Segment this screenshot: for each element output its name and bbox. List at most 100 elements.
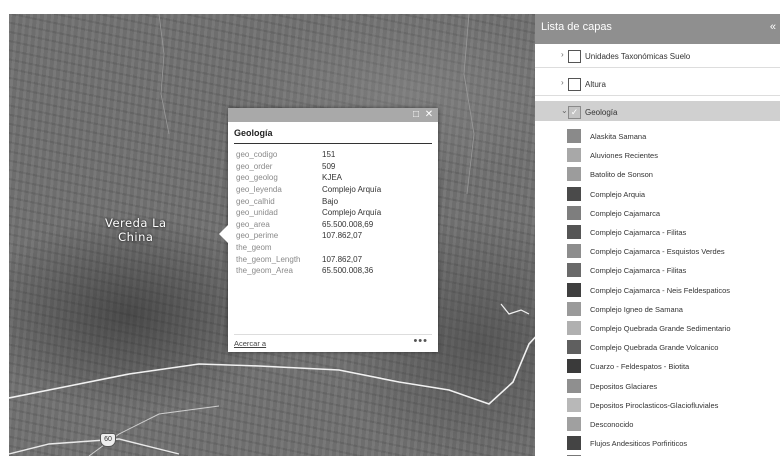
attribute-value: 151 — [322, 150, 336, 160]
legend-label: Desconocido — [590, 420, 634, 429]
legend-label: Batolito de Sonson — [590, 170, 653, 180]
legend-swatch — [567, 321, 581, 335]
popup-footer: Acercar a ••• — [234, 334, 432, 349]
legend-swatch — [567, 129, 581, 143]
legend-label: Complejo Cajamarca - Filitas — [590, 266, 687, 276]
attribute-key: geo_order — [236, 161, 273, 171]
legend-label: Cuarzo - Feldespatos - Biotita — [590, 362, 690, 372]
expand-right-icon[interactable]: › — [561, 50, 564, 59]
popup-title-bar: □ ✕ — [228, 108, 438, 122]
attribute-value: Bajo — [322, 196, 339, 206]
layer-list-title: Lista de capas — [541, 21, 612, 33]
legend-label: Flujos Andesiticos Porfiriticos — [590, 439, 688, 449]
legend-swatch — [567, 205, 581, 220]
collapse-icon[interactable]: « — [770, 21, 776, 33]
layer-label: Geología — [585, 108, 618, 117]
layer-item[interactable]: ⌄ ✓ Geología — [535, 104, 780, 124]
legend-label: Complejo Cajamarca — [590, 208, 661, 218]
attribute-row: geo_order 509 — [236, 161, 381, 173]
layer-list-header: Lista de capas « — [535, 14, 780, 44]
layer-checkbox[interactable] — [568, 50, 581, 63]
close-icon[interactable]: ✕ — [423, 108, 435, 122]
legend-swatch — [567, 301, 581, 316]
legend-label: Complejo Cajamarca - Esquistos Verdes — [590, 247, 725, 257]
attribute-key: the_geom_Area — [236, 266, 293, 276]
place-label: Vereda La China — [105, 216, 167, 244]
legend-swatch — [567, 436, 581, 451]
legend-swatch — [567, 167, 581, 182]
legend-label: Complejo Quebrada Grande Sedimentario — [590, 324, 731, 333]
attribute-key: geo_codigo — [236, 150, 278, 160]
layer-checkbox[interactable] — [568, 78, 581, 91]
attribute-key: geo_calhid — [236, 196, 275, 206]
attribute-row: geo_geolog KJEA — [236, 172, 381, 184]
legend-label: Aluviones Recientes — [590, 151, 658, 161]
legend-swatch — [567, 417, 581, 431]
attribute-row: the_geom_Length 107.862,07 — [236, 253, 381, 265]
expand-right-icon[interactable]: › — [561, 78, 564, 87]
attribute-value: 65.500.008,36 — [322, 266, 374, 276]
feature-popup: □ ✕ Geología geo_codigo 151 geo_order 509 ge… — [219, 108, 438, 352]
attribute-row: geo_codigo 151 — [236, 149, 381, 161]
attribute-value: Complejo Arquía — [322, 208, 382, 218]
expand-down-icon[interactable]: ⌄ — [561, 106, 568, 115]
attribute-key: geo_area — [236, 219, 270, 229]
stream-line — [463, 14, 475, 195]
attribute-row: geo_area 65.500.008,69 — [236, 219, 381, 231]
legend-label: Depositos Glaciares — [590, 381, 658, 391]
legend-label: Complejo Cajamarca - Neis Feldespaticos — [590, 285, 731, 295]
layer-label: Unidades Taxonómicas Suelo — [585, 52, 691, 61]
maximize-icon[interactable]: □ — [410, 108, 422, 122]
layer-checkbox[interactable]: ✓ — [568, 106, 581, 119]
attribute-value: Complejo Arquía — [322, 185, 382, 195]
zoom-to-link[interactable]: Acercar a — [234, 339, 266, 348]
attribute-value: KJEA — [322, 173, 343, 183]
road-line — [88, 405, 220, 456]
legend-swatch — [567, 282, 581, 297]
legend-swatch — [567, 359, 581, 374]
attribute-value: 509 — [322, 161, 336, 171]
attribute-table: geo_codigo 151 geo_order 509 geo_geolog KJEA g… — [236, 149, 381, 277]
separator — [535, 67, 780, 68]
attribute-row: geo_calhid Bajo — [236, 195, 381, 207]
attribute-key: geo_geolog — [236, 173, 278, 183]
more-options-icon[interactable]: ••• — [413, 335, 428, 347]
attribute-row: geo_leyenda Complejo Arquía — [236, 184, 381, 196]
legend-swatch — [567, 244, 581, 259]
attribute-value: 65.500.008,69 — [322, 219, 374, 229]
attribute-key: geo_unidad — [236, 208, 278, 218]
legend-swatch — [567, 397, 581, 412]
legend-label: Alaskita Samana — [590, 132, 647, 141]
legend-label: Complejo Igneo de Samana — [590, 304, 683, 314]
boundary-line — [500, 303, 530, 315]
popup-title: Geología — [234, 128, 432, 144]
legend-swatch — [567, 378, 581, 393]
attribute-row: geo_perime 107.862,07 — [236, 230, 381, 242]
attribute-key: geo_leyenda — [236, 185, 282, 195]
legend-swatch — [567, 148, 581, 163]
place-label-line: Vereda La — [105, 216, 167, 230]
attribute-value: 107.862,07 — [322, 254, 363, 264]
layer-item[interactable]: › Unidades Taxonómicas Suelo — [535, 48, 780, 68]
popup-pointer — [219, 225, 228, 243]
separator — [535, 95, 780, 96]
attribute-value: 107.862,07 — [322, 231, 363, 241]
attribute-key: geo_perime — [236, 231, 279, 241]
road-shield-icon: 60 — [100, 433, 116, 447]
legend-label: Complejo Arquia — [590, 189, 646, 199]
legend-swatch — [567, 225, 581, 239]
attribute-key: the_geom_Length — [236, 254, 301, 264]
legend-label: Complejo Cajamarca - Filitas — [590, 228, 687, 237]
legend-swatch — [567, 263, 581, 278]
attribute-row: the_geom — [236, 242, 381, 254]
layer-item[interactable]: › Altura — [535, 76, 780, 96]
legend-label: Depositos Piroclasticos-Glaciofluviales — [590, 400, 719, 410]
attribute-key: the_geom — [236, 243, 272, 253]
legend-swatch — [567, 340, 581, 355]
layer-label: Altura — [585, 80, 606, 89]
place-label-line: China — [118, 230, 154, 244]
attribute-row: the_geom_Area 65.500.008,36 — [236, 265, 381, 277]
stream-line — [158, 14, 170, 135]
attribute-value — [322, 242, 381, 254]
attribute-row: geo_unidad Complejo Arquía — [236, 207, 381, 219]
